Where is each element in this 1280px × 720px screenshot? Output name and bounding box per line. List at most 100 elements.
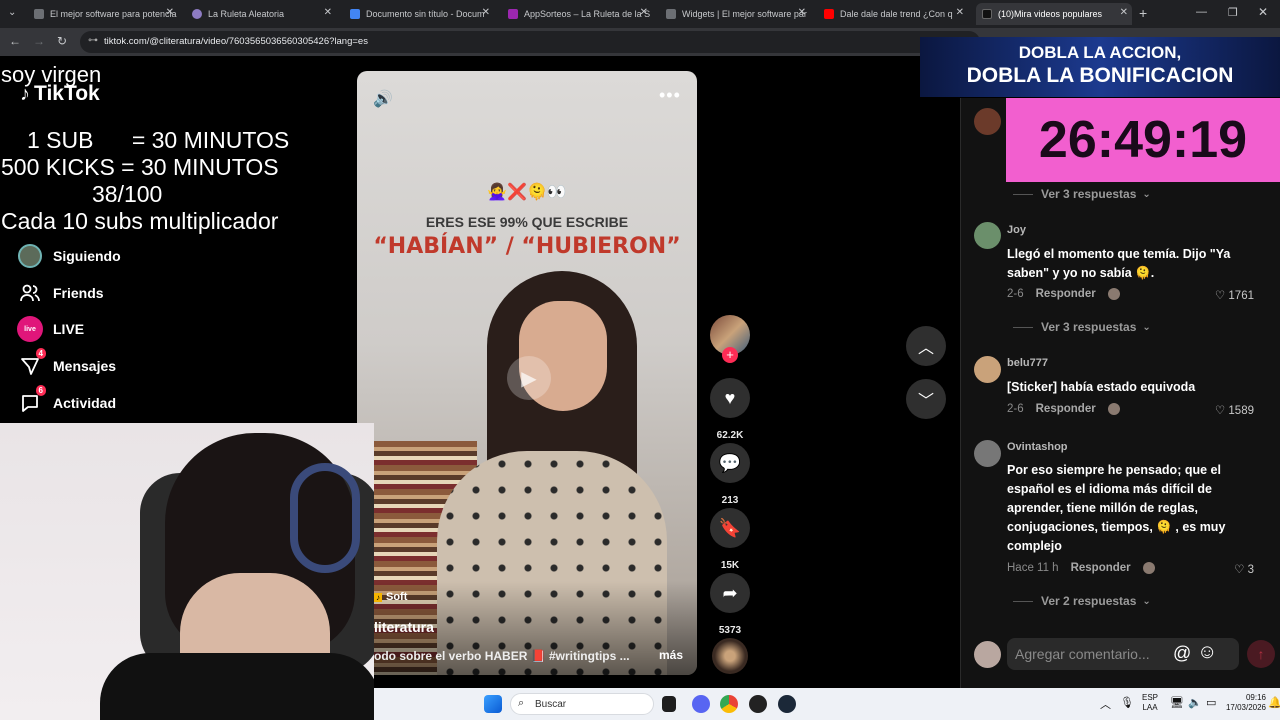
tab-title: El mejor software para potencia bbox=[50, 9, 177, 19]
share-icon[interactable]: ➦ bbox=[710, 573, 750, 613]
sidebar-item-live[interactable]: live LIVE bbox=[16, 315, 84, 343]
close-icon[interactable]: ✕ bbox=[166, 7, 174, 18]
comment-username[interactable]: Ovintashop bbox=[1007, 441, 1068, 453]
reply-button[interactable]: Responder bbox=[1071, 562, 1131, 574]
share-action[interactable]: ➦ 5373 bbox=[710, 573, 750, 636]
view-replies-label: Ver 3 respuestas bbox=[1041, 320, 1137, 334]
creator-avatar-button[interactable]: + bbox=[710, 315, 750, 363]
comment-icon[interactable]: 💬 bbox=[710, 443, 750, 483]
comment-like-button[interactable]: ♡ 1589 bbox=[1215, 403, 1254, 417]
video-author[interactable]: literatura bbox=[374, 619, 434, 635]
tab-2[interactable]: La Ruleta Aleatoria ✕ bbox=[186, 3, 336, 25]
sound-tag[interactable]: ♪ Soft bbox=[374, 591, 407, 603]
play-icon[interactable]: ▶ bbox=[507, 356, 551, 400]
avatar[interactable] bbox=[974, 356, 1001, 383]
forward-icon[interactable]: → bbox=[33, 34, 45, 48]
sidebar-item-friends[interactable]: Friends bbox=[16, 279, 104, 307]
volume-icon[interactable]: 🔊 bbox=[373, 89, 393, 109]
language-indicator[interactable]: ESP LAA bbox=[1142, 693, 1158, 713]
tab-favicon-icon bbox=[508, 9, 518, 19]
microphone-icon[interactable]: 🎙 bbox=[1120, 696, 1134, 709]
comment-like-count: 3 bbox=[1247, 564, 1254, 576]
avatar[interactable] bbox=[974, 440, 1001, 467]
minimize-icon[interactable]: — bbox=[1196, 6, 1207, 18]
notifications-icon[interactable]: 🔔 bbox=[1268, 696, 1280, 709]
comment-action[interactable]: 💬 213 bbox=[710, 443, 750, 506]
chevron-up-icon[interactable]: ︿ bbox=[1100, 696, 1111, 712]
close-icon[interactable]: ✕ bbox=[640, 7, 648, 18]
divider bbox=[1013, 193, 1033, 195]
discord-icon[interactable] bbox=[692, 695, 710, 713]
sidebar-item-actividad[interactable]: 6 Actividad bbox=[16, 385, 116, 417]
taskbar-search[interactable]: ⌕ Buscar bbox=[510, 693, 654, 715]
reload-icon[interactable]: ↻ bbox=[57, 34, 67, 48]
network-icon[interactable]: 🖥 bbox=[1170, 696, 1184, 709]
comment-date: 2-6 bbox=[1007, 288, 1024, 300]
emoji-icon[interactable]: ☺ bbox=[1197, 641, 1217, 664]
close-icon[interactable]: ✕ bbox=[482, 7, 490, 18]
send-comment-button[interactable]: ↑ bbox=[1247, 640, 1275, 668]
view-replies-button[interactable]: Ver 3 respuestas ⌄ bbox=[1013, 187, 1151, 201]
tab-search-icon[interactable]: ⌄ bbox=[8, 7, 16, 18]
heart-icon[interactable]: ♥ bbox=[710, 378, 750, 418]
task-view-icon[interactable] bbox=[662, 696, 676, 712]
comment-like-button[interactable]: ♡ 3 bbox=[1234, 562, 1254, 576]
friends-icon bbox=[16, 279, 44, 307]
maximize-icon[interactable]: ❐ bbox=[1228, 6, 1238, 19]
comment-username[interactable]: Joy bbox=[1007, 224, 1026, 236]
taskbar-search-placeholder: Buscar bbox=[535, 699, 567, 710]
video-emoji-caption: 🙅‍♀️❌🫠👀 bbox=[487, 184, 567, 201]
battery-icon[interactable]: ▭ bbox=[1206, 696, 1216, 709]
overlay-progress: 38/100 bbox=[92, 181, 163, 207]
bookmark-icon[interactable]: 🔖 bbox=[710, 508, 750, 548]
view-replies-button[interactable]: Ver 3 respuestas ⌄ bbox=[1013, 320, 1151, 334]
reply-button[interactable]: Responder bbox=[1036, 403, 1096, 415]
mention-icon[interactable]: @ bbox=[1173, 643, 1191, 664]
creator-liked-icon bbox=[1142, 562, 1155, 574]
tab-4[interactable]: AppSorteos – La Ruleta de la S ✕ bbox=[502, 3, 652, 25]
next-video-button[interactable]: ﹀ bbox=[906, 379, 946, 419]
back-icon[interactable]: ← bbox=[9, 34, 21, 48]
tiktok-logo[interactable]: ♪ TikTok bbox=[20, 82, 100, 106]
sidebar-item-siguiendo[interactable]: Siguiendo bbox=[16, 242, 121, 270]
tab-6[interactable]: Dale dale dale trend ¿Con q ✕ bbox=[818, 3, 968, 25]
view-replies-button[interactable]: Ver 2 respuestas ⌄ bbox=[1013, 594, 1151, 608]
tiktok-logo-text: TikTok bbox=[34, 82, 100, 105]
tab-7-active[interactable]: (10)Mira videos populares ✕ bbox=[976, 3, 1132, 25]
close-icon[interactable]: ✕ bbox=[1120, 7, 1128, 18]
taskbar-clock[interactable]: 09:16 17/03/2026 bbox=[1220, 693, 1266, 713]
previous-video-button[interactable]: ︿ bbox=[906, 326, 946, 366]
comment-username[interactable]: belu777 bbox=[1007, 357, 1048, 369]
comment-input[interactable]: Agregar comentario... @ ☺ bbox=[1007, 638, 1239, 670]
music-disc-button[interactable] bbox=[710, 638, 750, 674]
tab-1[interactable]: El mejor software para potencia ✕ bbox=[28, 3, 178, 25]
close-icon[interactable]: ✕ bbox=[324, 7, 332, 18]
chrome-icon[interactable] bbox=[720, 695, 738, 713]
close-icon[interactable]: ✕ bbox=[956, 7, 964, 18]
comment-meta: Hace 11 h Responder bbox=[1007, 562, 1155, 574]
tab-3[interactable]: Documento sin título - Docum ✕ bbox=[344, 3, 494, 25]
comment-like-button[interactable]: ♡ 1761 bbox=[1215, 288, 1254, 302]
follow-plus-icon[interactable]: + bbox=[722, 347, 738, 363]
new-tab-button[interactable]: + bbox=[1139, 5, 1147, 21]
tab-5[interactable]: Widgets | El mejor software par ✕ bbox=[660, 3, 810, 25]
avatar[interactable] bbox=[974, 222, 1001, 249]
address-bar[interactable]: ⊶ tiktok.com/@cliteratura/video/76035650… bbox=[80, 31, 980, 53]
caption-more-link[interactable]: más bbox=[659, 648, 683, 662]
sidebar-item-mensajes[interactable]: 4 Mensajes bbox=[16, 348, 116, 380]
reply-button[interactable]: Responder bbox=[1036, 288, 1096, 300]
like-action[interactable]: ♥ 62.2K bbox=[710, 378, 750, 441]
video-player[interactable]: 🙅‍♀️❌🫠👀 ERES ESE 99% QUE ESCRIBE “HABÍAN… bbox=[357, 71, 697, 675]
avatar[interactable] bbox=[974, 108, 1001, 135]
more-options-icon[interactable]: ••• bbox=[659, 85, 681, 106]
volume-icon[interactable]: 🔈 bbox=[1188, 696, 1202, 709]
windows-start-icon[interactable] bbox=[484, 695, 502, 713]
close-icon[interactable]: ✕ bbox=[798, 7, 806, 18]
obs-icon[interactable] bbox=[749, 695, 767, 713]
steam-icon[interactable] bbox=[778, 695, 796, 713]
sidebar-item-label: LIVE bbox=[53, 321, 85, 337]
save-action[interactable]: 🔖 15K bbox=[710, 508, 750, 571]
comment-input-placeholder: Agregar comentario... bbox=[1015, 646, 1150, 662]
site-info-icon[interactable]: ⊶ bbox=[88, 35, 98, 46]
close-window-icon[interactable]: ✕ bbox=[1258, 5, 1268, 19]
